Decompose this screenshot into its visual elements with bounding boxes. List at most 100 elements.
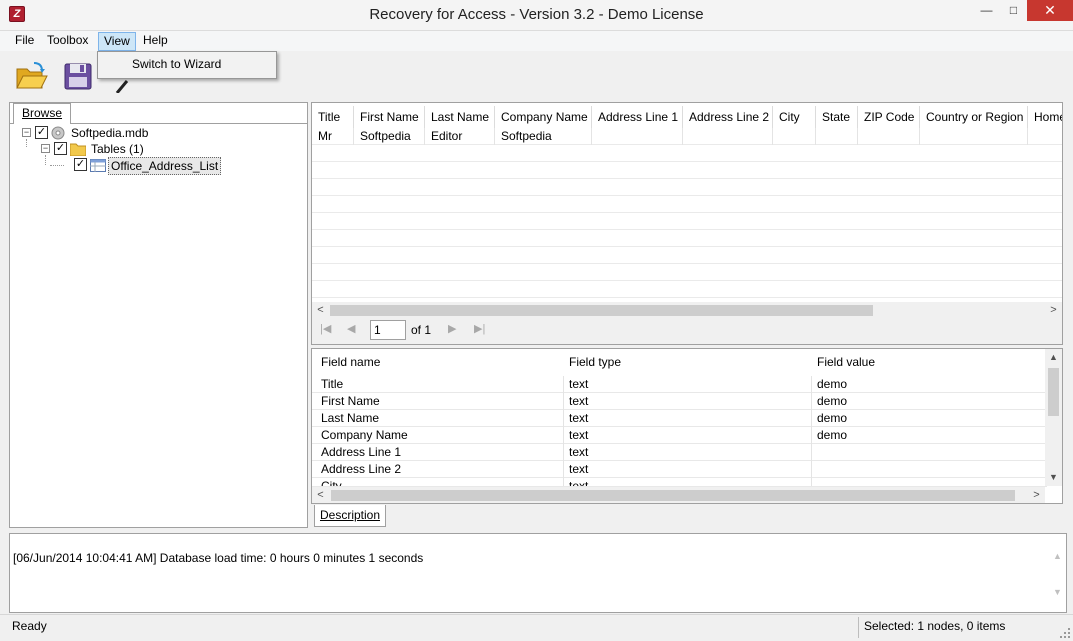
grid-cell[interactable] (816, 128, 858, 145)
table-row (312, 179, 1062, 196)
list-item[interactable]: City text (312, 478, 1047, 487)
table-row[interactable]: Mr Softpedia Editor Softpedia (312, 128, 1062, 145)
field-type: text (569, 394, 589, 408)
menu-view[interactable]: View (98, 32, 136, 51)
column-header[interactable]: City (773, 106, 816, 128)
fields-horizontal-scrollbar[interactable]: < > (312, 487, 1045, 503)
field-type-header[interactable]: Field type (569, 355, 621, 369)
field-type: text (569, 462, 589, 476)
field-value: demo (817, 411, 848, 425)
grid-cell[interactable]: Editor (425, 128, 495, 145)
first-page-icon[interactable]: |◀ (320, 322, 331, 335)
log-vertical-scrollbar[interactable]: ▲ ▼ (1049, 534, 1066, 612)
list-item[interactable]: Address Line 1 text (312, 444, 1047, 461)
checkbox-tables[interactable]: ✓ (54, 142, 67, 155)
save-button[interactable] (61, 59, 95, 93)
folder-open-icon (16, 62, 48, 89)
tree-label-tables: Tables (1) (91, 142, 144, 156)
tree-node-database[interactable]: − ✓ Softpedia.mdb (18, 125, 298, 141)
grid-cell[interactable] (683, 128, 773, 145)
grid-cell[interactable] (920, 128, 1028, 145)
column-divider (563, 461, 564, 478)
menu-toolbox[interactable]: Toolbox (42, 32, 93, 51)
grid-cell[interactable] (858, 128, 920, 145)
column-header[interactable]: Home (1028, 106, 1062, 128)
field-type: text (569, 479, 589, 487)
list-item[interactable]: First Name text demo (312, 393, 1047, 410)
scroll-thumb[interactable] (331, 490, 1015, 501)
grid-cell[interactable] (1028, 128, 1062, 145)
list-item[interactable]: Address Line 2 text (312, 461, 1047, 478)
next-page-icon[interactable]: ▶ (448, 322, 456, 335)
tree-node-table[interactable]: ✓ Office_Address_List (18, 157, 298, 175)
scroll-down-icon[interactable]: ▼ (1045, 469, 1062, 486)
column-header[interactable]: Country or Region (920, 106, 1028, 128)
switch-to-wizard-item[interactable]: Switch to Wizard (132, 57, 221, 71)
grid-cell[interactable] (592, 128, 683, 145)
scroll-up-icon[interactable]: ▲ (1045, 349, 1062, 366)
column-divider (811, 478, 812, 486)
tree-label-table: Office_Address_List (108, 157, 222, 175)
table-row (312, 281, 1062, 298)
column-header[interactable]: State (816, 106, 858, 128)
log-pane: [06/Jun/2014 10:04:41 AM] Database load … (9, 533, 1067, 613)
browse-pane: Browse − ✓ Softpedia.mdb − ✓ Tables (1) … (9, 102, 308, 528)
tab-browse[interactable]: Browse (13, 103, 72, 124)
column-header[interactable]: Address Line 2 (683, 106, 773, 128)
tab-description[interactable]: Description (314, 505, 386, 527)
checkbox-database[interactable]: ✓ (35, 126, 48, 139)
column-divider (811, 393, 812, 410)
minimize-button[interactable]: — (973, 0, 1000, 21)
collapse-icon[interactable]: − (22, 128, 31, 137)
field-name: Company Name (321, 428, 408, 442)
status-bar: Ready Selected: 1 nodes, 0 items (0, 614, 1073, 641)
column-header[interactable]: ZIP Code (858, 106, 920, 128)
column-header[interactable]: Last Name (425, 106, 495, 128)
page-number-input[interactable]: 1 (370, 320, 406, 340)
table-row (312, 230, 1062, 247)
close-button[interactable]: ✕ (1027, 0, 1073, 21)
scroll-down-icon[interactable]: ▼ (1049, 584, 1066, 601)
column-header[interactable]: Title (312, 106, 354, 128)
status-text: Ready (12, 619, 47, 633)
column-header[interactable]: Company Name (495, 106, 592, 128)
prev-page-icon[interactable]: ◀ (347, 322, 355, 335)
field-value-header[interactable]: Field value (817, 355, 875, 369)
fields-vertical-scrollbar[interactable]: ▲ ▼ (1045, 349, 1062, 486)
last-page-icon[interactable]: ▶| (474, 322, 485, 335)
maximize-button[interactable]: □ (1000, 0, 1027, 21)
pager: |◀ ◀ 1 of 1 ▶ ▶| (312, 316, 1062, 344)
tree-label-database: Softpedia.mdb (71, 126, 149, 140)
scroll-left-icon[interactable]: < (312, 487, 329, 503)
database-icon (51, 126, 65, 140)
page-count: of 1 (411, 323, 432, 337)
column-header[interactable]: First Name (354, 106, 425, 128)
column-header[interactable]: Address Line 1 (592, 106, 683, 128)
scroll-thumb[interactable] (330, 305, 873, 316)
checkbox-table[interactable]: ✓ (74, 158, 87, 171)
field-value: demo (817, 394, 848, 408)
open-button[interactable] (14, 59, 48, 93)
column-divider (563, 376, 564, 393)
collapse-icon[interactable]: − (41, 144, 50, 153)
field-name-header[interactable]: Field name (321, 355, 380, 369)
grid-cell[interactable] (773, 128, 816, 145)
grid-cell[interactable]: Softpedia (495, 128, 592, 145)
scroll-right-icon[interactable]: > (1028, 487, 1045, 503)
list-item[interactable]: Company Name text demo (312, 427, 1047, 444)
scroll-up-icon[interactable]: ▲ (1049, 548, 1066, 565)
resize-grip-icon[interactable] (1060, 628, 1070, 638)
field-type: text (569, 428, 589, 442)
field-details-pane: Field name Field type Field value Title … (311, 348, 1063, 504)
grid-cell[interactable]: Mr (312, 128, 354, 145)
list-item[interactable]: Last Name text demo (312, 410, 1047, 427)
menu-help[interactable]: Help (138, 32, 173, 51)
grid-cell[interactable]: Softpedia (354, 128, 425, 145)
window-title: Recovery for Access - Version 3.2 - Demo… (369, 6, 704, 23)
field-name: Last Name (321, 411, 380, 425)
tree-node-tables[interactable]: − ✓ Tables (1) (18, 141, 298, 157)
menu-file[interactable]: File (10, 32, 39, 51)
scroll-thumb[interactable] (1048, 368, 1059, 416)
list-item[interactable]: Title text demo (312, 376, 1047, 393)
folder-icon (70, 143, 86, 156)
